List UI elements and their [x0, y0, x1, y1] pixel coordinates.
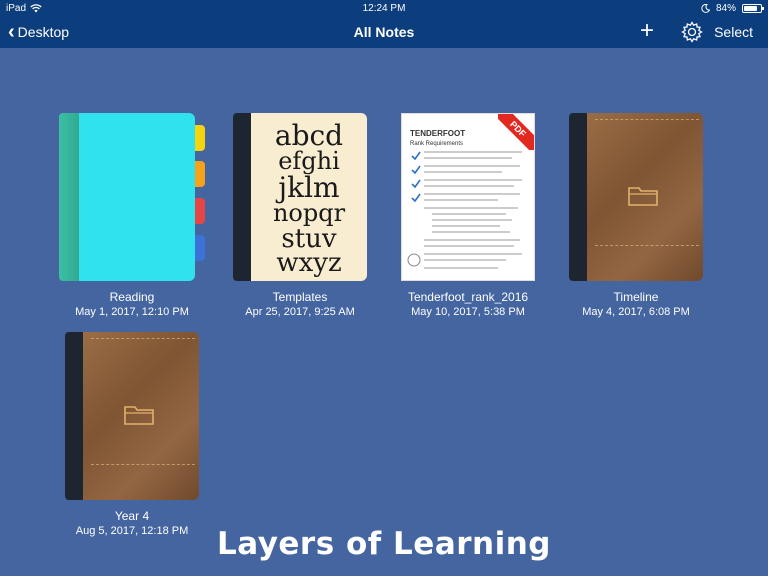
notebook-tenderfoot-pdf[interactable]: TENDERFOOT Rank Requirements PDF Tenderf… [388, 113, 548, 318]
notebook-name: Timeline [613, 290, 659, 304]
alphabet-line: wxyz [276, 248, 341, 278]
notebook-date: May 4, 2017, 6:08 PM [582, 306, 690, 318]
navigation-bar: ‹ Desktop All Notes + Select [0, 18, 768, 48]
folder-icon [628, 187, 658, 206]
notebook-year-4[interactable]: Year 4 Aug 5, 2017, 12:18 PM [52, 332, 212, 537]
battery-icon [742, 4, 764, 13]
watermark: Layers of Learning [216, 526, 551, 562]
section-tab [195, 198, 205, 224]
notebook-reading[interactable]: Reading May 1, 2017, 12:10 PM [52, 113, 212, 318]
pdf-heading: TENDERFOOT [410, 129, 465, 138]
pdf-thumbnail: TENDERFOOT Rank Requirements PDF [401, 113, 535, 281]
notebook-date: May 1, 2017, 12:10 PM [75, 306, 189, 318]
notebook-date: May 10, 2017, 5:38 PM [411, 306, 525, 318]
pdf-badge: PDF [498, 114, 534, 150]
section-tab [195, 235, 205, 261]
pdf-subheading: Rank Requirements [410, 141, 463, 147]
section-tab [195, 161, 205, 187]
status-bar: iPad 12:24 PM 84% [0, 0, 768, 18]
notebook-date: Apr 25, 2017, 9:25 AM [245, 306, 355, 318]
select-button[interactable]: Select [714, 24, 753, 40]
notebook-templates[interactable]: abcd efghi jklm nopqr stuv wxyz Template… [220, 113, 380, 318]
notebook-cover [65, 332, 199, 500]
notebook-name: Reading [109, 290, 155, 304]
notebook-cover [59, 113, 205, 281]
clock: 12:24 PM [362, 3, 406, 14]
notebook-name: Year 4 [114, 509, 150, 523]
notebook-name: Templates [272, 290, 328, 304]
notebook-timeline[interactable]: Timeline May 4, 2017, 6:08 PM [556, 113, 716, 318]
notebook-name: Tenderfoot_rank_2016 [407, 290, 529, 304]
add-icon[interactable]: + [640, 19, 654, 43]
section-tab [195, 125, 205, 151]
battery-percent: 84% [715, 3, 736, 14]
alphabet-cover-art: abcd efghi jklm nopqr stuv wxyz [273, 119, 346, 278]
notebook-cover: abcd efghi jklm nopqr stuv wxyz [233, 113, 367, 281]
moon-icon [701, 4, 710, 13]
notebook-cover [569, 113, 703, 281]
folder-icon [124, 406, 154, 425]
alphabet-line: nopqr [273, 199, 346, 227]
gear-icon[interactable] [681, 21, 703, 43]
notebook-cover: TENDERFOOT Rank Requirements PDF [401, 113, 535, 281]
